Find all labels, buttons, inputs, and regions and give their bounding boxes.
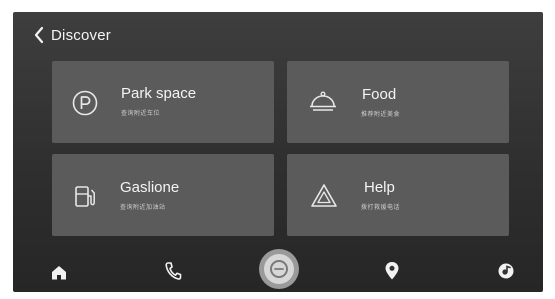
tile-label: Park space (121, 85, 197, 102)
home-button[interactable] (51, 265, 67, 280)
fuel-pump-icon (70, 181, 100, 211)
tile-label: Help (364, 179, 395, 196)
music-button[interactable] (497, 262, 515, 280)
phone-icon (165, 262, 182, 280)
tile-help[interactable]: Help 拨打救援电话 (287, 154, 509, 236)
tile-park-space[interactable]: Park space 查询附近车位 (52, 61, 274, 143)
parking-icon (70, 88, 100, 118)
tile-sublabel: 推荐附近美食 (361, 112, 401, 118)
tile-sublabel: 拨打救援电话 (361, 205, 401, 211)
home-icon (52, 266, 66, 280)
warning-triangle-icon (309, 181, 339, 211)
page-title: Discover (51, 26, 111, 44)
tile-label: Gaslione (120, 179, 180, 196)
voice-assistant-button[interactable] (258, 248, 300, 290)
music-icon (498, 263, 514, 279)
phone-button[interactable] (164, 261, 182, 281)
tile-gaslione[interactable]: Gaslione 查询附近加油站 (52, 154, 274, 236)
map-button[interactable] (384, 261, 400, 281)
tile-sublabel: 查询附近加油站 (120, 205, 166, 211)
head-unit-screen: Discover Park space 查询附近车位 Food 推荐附近美食 G… (13, 12, 543, 292)
back-button[interactable]: Discover (33, 26, 111, 44)
chevron-left-icon (34, 26, 44, 44)
bottom-dock (13, 245, 543, 292)
map-pin-icon (385, 262, 399, 280)
food-cloche-icon (307, 86, 337, 116)
voice-assistant-icon (259, 249, 299, 289)
tile-label: Food (362, 86, 397, 103)
tile-food[interactable]: Food 推荐附近美食 (287, 61, 509, 143)
tile-sublabel: 查询附近车位 (121, 111, 161, 117)
